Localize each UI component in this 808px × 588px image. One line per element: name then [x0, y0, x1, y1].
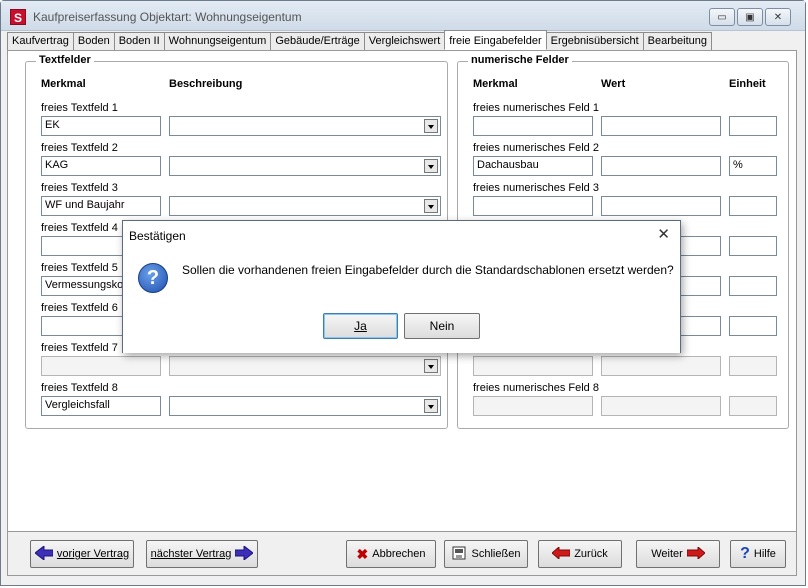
dialog-message: Sollen die vorhandenen freien Eingabefel…	[182, 263, 674, 277]
dialog-close-icon[interactable]: ✕	[657, 225, 670, 243]
no-button[interactable]: Nein	[404, 313, 480, 339]
dialog-footer: Ja Nein	[123, 303, 680, 353]
confirm-dialog: Bestätigen ✕ ? Sollen die vorhandenen fr…	[122, 220, 681, 353]
tab-freie-eingabefelder[interactable]: freie Eingabefelder	[444, 30, 547, 50]
yes-label: Ja	[354, 319, 367, 333]
no-label: Nein	[429, 319, 455, 333]
dialog-title: Bestätigen	[129, 229, 186, 243]
question-icon: ?	[138, 263, 168, 293]
modal-overlay: Bestätigen ✕ ? Sollen die vorhandenen fr…	[0, 0, 808, 588]
yes-button[interactable]: Ja	[323, 313, 398, 339]
dialog-title-bar: Bestätigen ✕	[123, 221, 680, 247]
